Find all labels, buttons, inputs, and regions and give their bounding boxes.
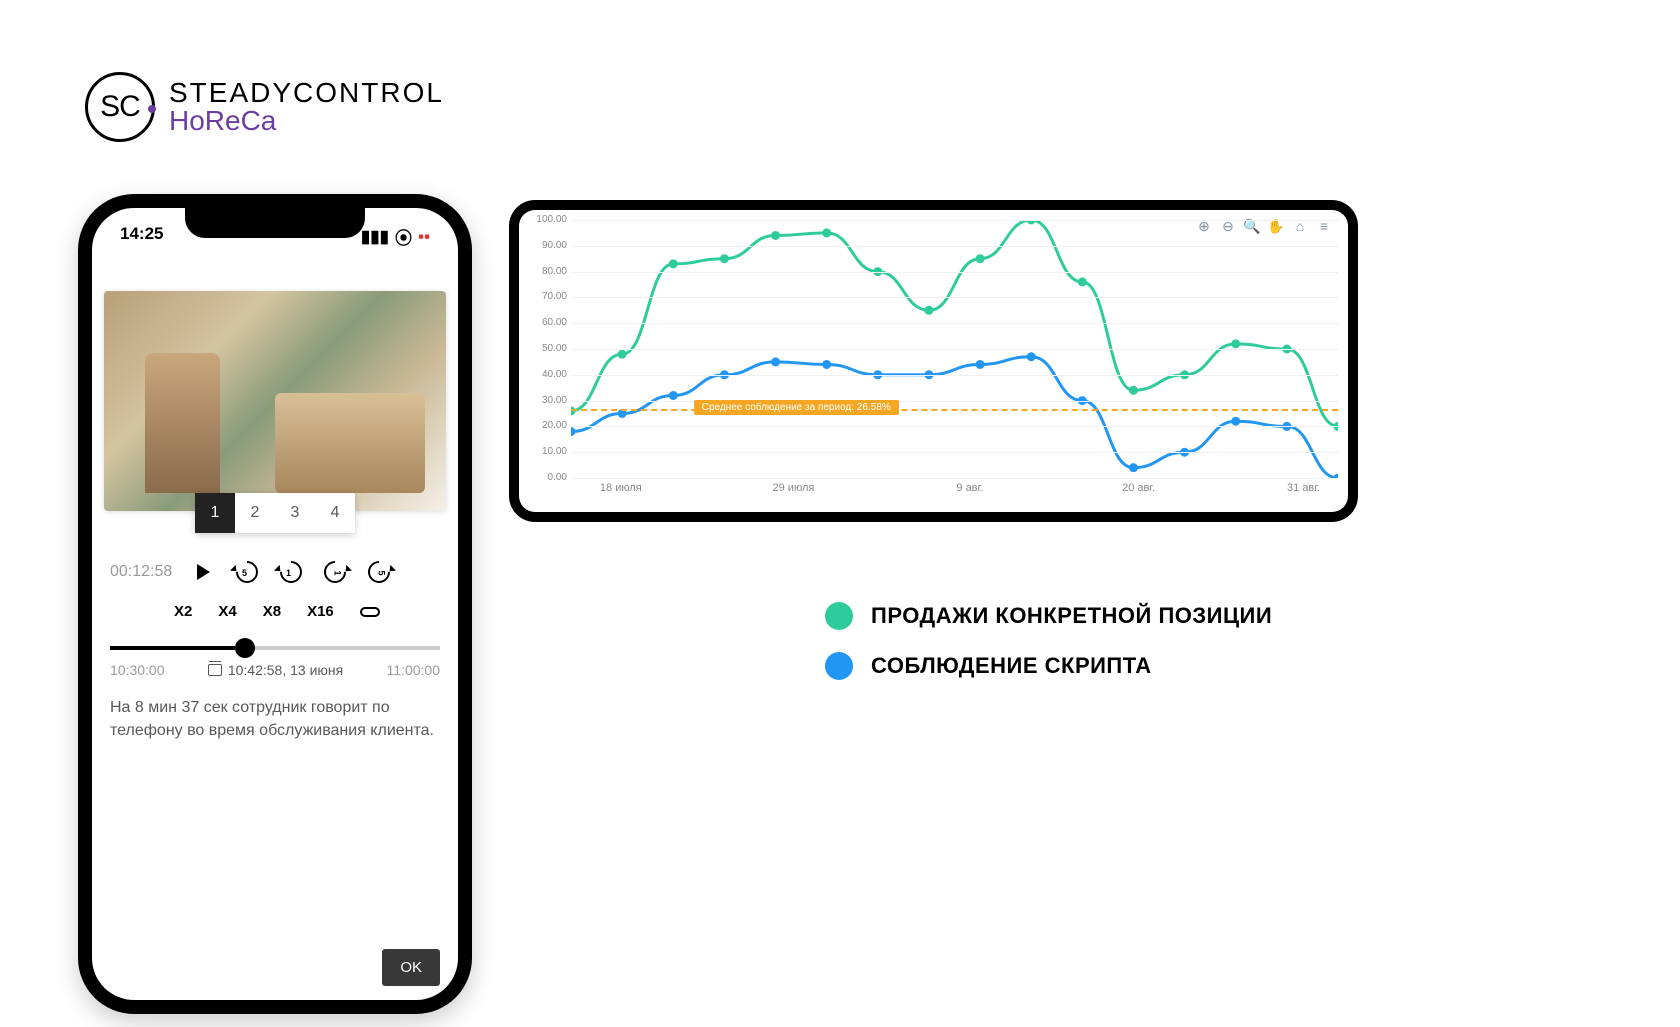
rewind-1-button[interactable]: 1 xyxy=(278,559,304,585)
y-axis-ticks: 100.0090.0080.0070.0060.0050.0040.0030.0… xyxy=(527,220,567,478)
speed-x16[interactable]: X16 xyxy=(307,603,334,620)
player-controls: 00:12:58 5 1 1 5 xyxy=(92,533,458,585)
phone-frame: 14:25 ▮▮▮ ⦿ ▪▪ 1 2 3 4 00:12:58 5 1 1 5 xyxy=(78,194,472,1014)
wifi-icon: ⦿ xyxy=(395,224,412,249)
phone-notch xyxy=(185,208,365,238)
timeline-mid: 10:42:58, 13 июня xyxy=(208,662,343,678)
camera-tabs: 1 2 3 4 xyxy=(92,493,458,533)
video-thumbnail[interactable] xyxy=(104,291,446,511)
play-icon xyxy=(197,564,210,580)
logo-initials: SC xyxy=(100,90,140,124)
chart-area: ⊕ ⊖ 🔍 ✋ ⌂ ≡ 100.0090.0080.0070.0060.0050… xyxy=(519,210,1348,512)
logo-mark: SC xyxy=(85,72,155,142)
logo-text: STEADYCONTROL HoReCa xyxy=(169,77,444,137)
elapsed-time: 00:12:58 xyxy=(110,563,172,581)
tab-2[interactable]: 2 xyxy=(235,493,275,533)
speed-row: X2 X4 X8 X16 xyxy=(92,585,458,620)
tab-1[interactable]: 1 xyxy=(195,493,235,533)
signal-icon: ▮▮▮ xyxy=(361,227,389,247)
legend-row-sales: ПРОДАЖИ КОНКРЕТНОЙ ПОЗИЦИИ xyxy=(825,602,1272,630)
status-time: 14:25 xyxy=(120,224,163,249)
speed-x2[interactable]: X2 xyxy=(174,603,192,620)
legend-swatch-blue xyxy=(825,652,853,680)
progress-slider[interactable] xyxy=(110,646,440,650)
video-card xyxy=(104,291,446,511)
timeline-labels: 10:30:00 10:42:58, 13 июня 11:00:00 xyxy=(92,650,458,678)
legend-row-script: СОБЛЮДЕНИЕ СКРИПТА xyxy=(825,652,1272,680)
ok-button[interactable]: OK xyxy=(382,949,440,986)
logo-line2: HoReCa xyxy=(169,105,444,137)
forward-1-button[interactable]: 1 xyxy=(322,559,348,585)
logo-dot-icon xyxy=(148,105,156,113)
chart-legend: ПРОДАЖИ КОНКРЕТНОЙ ПОЗИЦИИ СОБЛЮДЕНИЕ СК… xyxy=(825,602,1272,702)
tab-3[interactable]: 3 xyxy=(275,493,315,533)
legend-label-script: СОБЛЮДЕНИЕ СКРИПТА xyxy=(871,653,1152,679)
x-axis-ticks: 18 июля29 июля9 авг.20 авг.31 авг. xyxy=(571,482,1338,502)
play-button[interactable] xyxy=(190,559,216,585)
tab-4[interactable]: 4 xyxy=(315,493,355,533)
brand-logo: SC STEADYCONTROL HoReCa xyxy=(85,72,444,142)
speed-x4[interactable]: X4 xyxy=(218,603,236,620)
chart-reference-label: Среднее соблюдение за период: 26.58% xyxy=(694,400,899,415)
link-icon[interactable] xyxy=(360,607,380,617)
legend-swatch-green xyxy=(825,602,853,630)
speed-x8[interactable]: X8 xyxy=(263,603,281,620)
calendar-icon xyxy=(208,664,222,676)
event-note: На 8 мин 37 сек сотрудник говорит по тел… xyxy=(92,678,458,742)
battery-icon: ▪▪ xyxy=(418,227,430,247)
phone-screen: 14:25 ▮▮▮ ⦿ ▪▪ 1 2 3 4 00:12:58 5 1 1 5 xyxy=(92,208,458,1000)
rewind-5-button[interactable]: 5 xyxy=(234,559,260,585)
legend-label-sales: ПРОДАЖИ КОНКРЕТНОЙ ПОЗИЦИИ xyxy=(871,603,1272,629)
timeline-end: 11:00:00 xyxy=(387,662,440,678)
tablet-frame: ⊕ ⊖ 🔍 ✋ ⌂ ≡ 100.0090.0080.0070.0060.0050… xyxy=(509,200,1358,522)
timeline-start: 10:30:00 xyxy=(110,662,165,678)
status-icons: ▮▮▮ ⦿ ▪▪ xyxy=(361,224,430,249)
forward-5-button[interactable]: 5 xyxy=(366,559,392,585)
timeline-mid-text: 10:42:58, 13 июня xyxy=(228,662,343,678)
chart-plot[interactable]: Среднее соблюдение за период: 26.58% xyxy=(571,220,1338,478)
